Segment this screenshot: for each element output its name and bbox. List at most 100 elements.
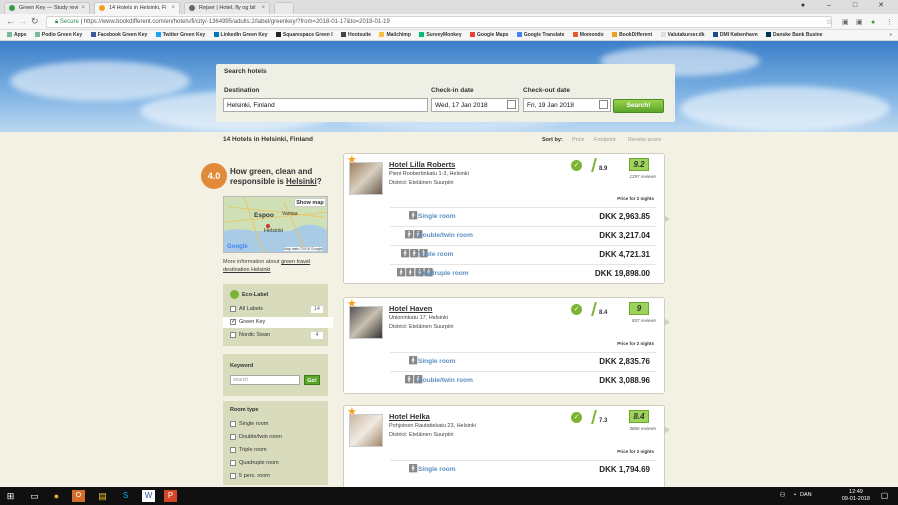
maximize-icon[interactable]: □ (842, 2, 868, 9)
bookmark-item[interactable]: Mailchimp (379, 30, 411, 40)
hotel-card[interactable]: ★ Hotel Lilla Roberts Pieni Roobertinkat… (343, 153, 670, 284)
close-icon[interactable]: × (171, 5, 175, 11)
bookmark-item[interactable]: Google Translate (516, 30, 564, 40)
city-link[interactable]: Helsinki (286, 177, 317, 186)
keyword-input[interactable]: search (230, 375, 300, 385)
card-arrow (664, 318, 670, 326)
checkbox-all-labels[interactable] (230, 306, 236, 312)
checkbox-room-type[interactable] (230, 434, 236, 440)
go-button[interactable]: Go! (304, 375, 320, 385)
chrome-icon[interactable]: ● (50, 490, 63, 502)
back-icon[interactable]: ← (6, 17, 15, 26)
secure-label: Secure (59, 19, 79, 25)
checkbox-room-type[interactable] (230, 460, 236, 466)
close-icon[interactable]: × (81, 5, 85, 11)
sort-option-price[interactable]: Price (572, 137, 585, 143)
room-name-link[interactable]: Single room (418, 358, 456, 365)
checkin-input[interactable]: Wed, 17 Jan 2018 (431, 98, 519, 112)
word-icon[interactable]: W (142, 490, 155, 502)
room-row[interactable]: 🚹︎ Single room DKK 1,794.69 (390, 460, 656, 478)
bookmark-item[interactable]: LinkedIn Green Key (213, 30, 268, 40)
bookmark-item[interactable]: Danske Bank Busine (766, 30, 823, 40)
sort-option-footprint[interactable]: Footprint (594, 137, 616, 143)
room-name-link[interactable]: Double/twin room (418, 232, 473, 239)
powerpoint-icon[interactable]: P (164, 490, 177, 502)
checkbox-green-key[interactable]: ✓ (230, 319, 236, 325)
room-row[interactable]: 🚹︎🚹︎ Double/twin room DKK 3,088.96 (390, 371, 656, 389)
hotel-card[interactable]: ★ Hotel Helka Pohjoinen Rautatiekatu 23,… (343, 405, 670, 495)
bookmark-item[interactable]: Podio Green Key (34, 30, 82, 40)
bookmark-item[interactable]: Squarespace Green I (275, 30, 333, 40)
skype-icon[interactable]: S (119, 490, 132, 502)
room-name-link[interactable]: Single room (418, 213, 456, 220)
bookmark-item[interactable]: Momondo (572, 30, 604, 40)
forward-icon[interactable]: → (18, 17, 27, 26)
eco-option-label: Nordic Swan (239, 332, 271, 338)
bookmark-item[interactable]: Google Maps (470, 30, 508, 40)
checkout-input[interactable]: Fri, 19 Jan 2018 (523, 98, 611, 112)
bookmark-icon (90, 32, 96, 38)
hotel-name-link[interactable]: Hotel Haven (389, 304, 432, 313)
bookmark-item[interactable]: Facebook Green Key (90, 30, 147, 40)
window-close-icon[interactable]: ✕ (868, 1, 894, 9)
minimize-icon[interactable]: – (816, 2, 842, 9)
room-row[interactable]: 🚹︎ Single room DKK 2,963.85 (390, 207, 656, 225)
new-tab-button[interactable] (274, 2, 294, 14)
room-name-link[interactable]: Quadruple room (418, 270, 469, 277)
task-view-icon[interactable]: ▭ (28, 490, 41, 502)
url-input[interactable]: 🔒︎ Secure | https://www.bookdifferent.co… (46, 16, 832, 28)
calendar-icon[interactable] (507, 100, 516, 109)
room-name-link[interactable]: Triple room (418, 251, 453, 258)
room-name-link[interactable]: Double/twin room (418, 377, 473, 384)
more-bookmarks-icon[interactable]: » (889, 30, 892, 40)
bookmark-item[interactable]: Hootsuite (341, 30, 371, 40)
hotel-thumbnail[interactable] (349, 162, 383, 195)
hotel-card[interactable]: ★ Hotel Haven Unioninkatu 17, Helsinki D… (343, 297, 670, 394)
bookmark-item[interactable]: SurveyMonkey (419, 30, 462, 40)
hotel-thumbnail[interactable] (349, 306, 383, 339)
bookmark-item[interactable]: Twitter Green Key (155, 30, 205, 40)
room-row[interactable]: 🚹︎🚹︎ Double/twin room DKK 3,217.04 (390, 226, 656, 244)
checkbox-room-type[interactable] (230, 473, 236, 479)
bookmark-item[interactable]: DMI København (712, 30, 758, 40)
profile-icon[interactable]: ● (790, 2, 816, 9)
calendar-icon[interactable] (599, 100, 608, 109)
checkbox-room-type[interactable] (230, 421, 236, 427)
language-indicator[interactable]: DAN (800, 492, 812, 498)
extension-icon[interactable]: ▣ (856, 18, 863, 27)
hotel-address: Unioninkatu 17, Helsinki (389, 315, 449, 321)
bookmark-item[interactable]: Apps (7, 30, 27, 40)
room-row[interactable]: 🚹︎🚹︎🚹︎🚹︎ Quadruple room DKK 19,898.00 (390, 264, 656, 282)
menu-icon[interactable]: ⋮ (886, 18, 893, 27)
hotel-name-link[interactable]: Hotel Helka (389, 412, 430, 421)
sort-option-review-score[interactable]: Review score (628, 137, 661, 143)
cloud-decoration (680, 86, 890, 131)
notifications-icon[interactable]: ▢ (878, 490, 891, 502)
room-name-link[interactable]: Single room (418, 466, 456, 473)
browser-tab[interactable]: Rejser | Hotel, fly og bil × (184, 2, 270, 14)
show-map-button[interactable]: Show map (294, 198, 326, 207)
hotel-thumbnail[interactable] (349, 414, 383, 447)
checkbox-nordic-swan[interactable] (230, 332, 236, 338)
room-type-title: Room type (230, 407, 259, 413)
file-explorer-icon[interactable]: ▤ (96, 490, 109, 502)
browser-tab[interactable]: Green Key — Study revi × (4, 2, 90, 14)
hotel-name-link[interactable]: Hotel Lilla Roberts (389, 160, 455, 169)
bookmark-item[interactable]: BookDifferent (612, 30, 652, 40)
map-label-helsinki: Helsinki (264, 228, 284, 234)
bookmark-star-icon[interactable]: ☆ (826, 18, 832, 27)
reload-icon[interactable]: ↻ (31, 17, 39, 26)
search-button[interactable]: Search! (613, 99, 664, 113)
extension-icon[interactable]: ● (871, 18, 875, 27)
browser-tab-active[interactable]: 14 Hotels in Helsinki, Fi × (94, 2, 180, 14)
destination-input[interactable]: Helsinki, Finland (223, 98, 428, 112)
close-icon[interactable]: × (261, 5, 265, 11)
checkbox-room-type[interactable] (230, 447, 236, 453)
bookmark-item[interactable]: Valutakurser.dk (660, 30, 704, 40)
room-row[interactable]: 🚹︎ Single room DKK 2,835.76 (390, 352, 656, 370)
room-row[interactable]: 🚹︎🚹︎🚹︎ Triple room DKK 4,721.31 (390, 245, 656, 263)
extension-icon[interactable]: ▣ (842, 18, 849, 27)
outlook-icon[interactable]: O (72, 490, 85, 502)
start-icon[interactable]: ⊞ (4, 490, 17, 502)
system-clock[interactable]: 12:49 09-01-2018 (842, 489, 870, 503)
